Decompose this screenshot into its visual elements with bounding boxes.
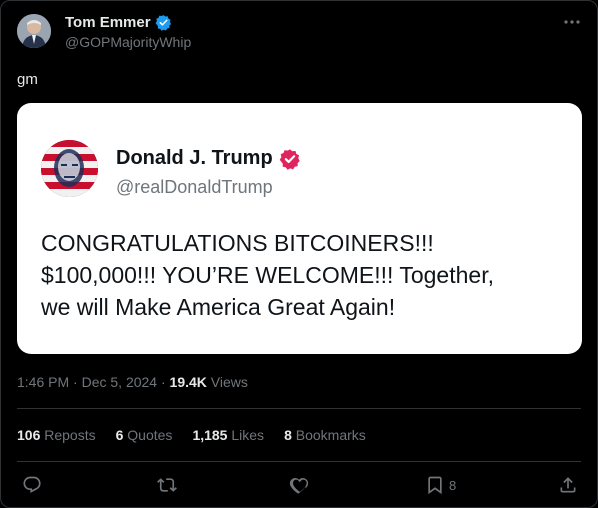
card-author-handle: @realDonaldTrump bbox=[116, 177, 273, 197]
share-button[interactable] bbox=[558, 473, 578, 497]
separator: · bbox=[157, 374, 170, 390]
repost-button[interactable] bbox=[157, 473, 177, 497]
reply-button[interactable] bbox=[22, 473, 42, 497]
reply-icon bbox=[23, 476, 41, 493]
card-avatar bbox=[41, 140, 98, 197]
bookmarks-stat[interactable]: 8 Bookmarks bbox=[284, 427, 366, 443]
card-text-line: $100,000!!! YOU’RE WELCOME!!! Together, bbox=[41, 262, 494, 288]
quotes-count: 6 bbox=[115, 427, 124, 443]
author-handle[interactable]: @GOPMajorityWhip bbox=[65, 34, 191, 50]
quotes-label: Quotes bbox=[127, 427, 173, 443]
author-name[interactable]: Tom Emmer bbox=[65, 14, 151, 31]
tweet-date[interactable]: Dec 5, 2024 bbox=[82, 374, 158, 390]
likes-stat[interactable]: 1,185 Likes bbox=[192, 427, 264, 443]
card-author-name: Donald J. Trump bbox=[116, 147, 273, 169]
action-bar: 8 bbox=[1, 473, 597, 499]
more-options-icon[interactable] bbox=[563, 15, 581, 29]
bookmark-count: 8 bbox=[449, 477, 457, 493]
card-text-line: we will Make America Great Again! bbox=[41, 294, 396, 320]
likes-label: Likes bbox=[231, 427, 265, 443]
views-count: 19.4K bbox=[169, 374, 207, 390]
bookmark-icon bbox=[428, 476, 442, 495]
reposts-count: 106 bbox=[17, 427, 41, 443]
avatar[interactable] bbox=[17, 14, 51, 48]
reposts-label: Reposts bbox=[44, 427, 96, 443]
card-text: CONGRATULATIONS BITCOINERS!!! $100,000!!… bbox=[41, 227, 561, 323]
bookmark-button[interactable]: 8 bbox=[425, 473, 456, 497]
reposts-stat[interactable]: 106 Reposts bbox=[17, 427, 96, 443]
quotes-stat[interactable]: 6 Quotes bbox=[116, 427, 173, 443]
views-label: Views bbox=[206, 374, 248, 390]
divider bbox=[17, 408, 581, 409]
engagement-stats: 106 Reposts 6 Quotes 1,185 Likes 8 Bookm… bbox=[17, 427, 366, 443]
separator: · bbox=[69, 374, 82, 390]
tweet-meta: 1:46 PM · Dec 5, 2024 · 19.4K Views bbox=[17, 374, 248, 390]
quoted-card-image[interactable]: Donald J. Trump @realDonaldTrump CONGRAT… bbox=[17, 103, 582, 354]
likes-count: 1,185 bbox=[192, 427, 228, 443]
share-icon bbox=[560, 477, 576, 493]
repost-icon bbox=[157, 478, 177, 492]
card-text-line: CONGRATULATIONS BITCOINERS!!! bbox=[41, 230, 434, 256]
tweet-container: Tom Emmer @GOPMajorityWhip gm Donald J. … bbox=[0, 0, 598, 508]
bookmarks-label: Bookmarks bbox=[295, 427, 366, 443]
verified-badge-icon bbox=[279, 148, 300, 170]
like-icon bbox=[289, 478, 309, 494]
like-button[interactable] bbox=[289, 473, 309, 497]
verified-badge-icon bbox=[155, 15, 171, 31]
tweet-time[interactable]: 1:46 PM bbox=[17, 374, 69, 390]
divider bbox=[17, 461, 581, 462]
tweet-text: gm bbox=[17, 71, 38, 88]
bookmarks-count: 8 bbox=[284, 427, 292, 443]
